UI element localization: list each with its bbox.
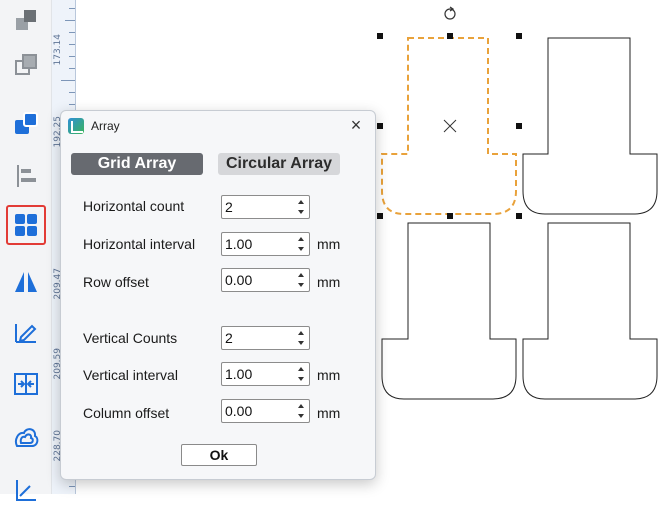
array-copy-shape[interactable]: [381, 222, 517, 400]
ok-button[interactable]: Ok: [181, 444, 257, 466]
align-left-icon: [17, 165, 36, 187]
vertical-counts-input[interactable]: [225, 330, 293, 346]
horizontal-interval-spinbox[interactable]: [221, 232, 310, 256]
close-button[interactable]: ×: [345, 115, 367, 137]
rotate-handle-icon[interactable]: [444, 6, 456, 20]
tool-combine-shapes[interactable]: [6, 104, 46, 144]
vertical-interval-spinbox[interactable]: [221, 362, 310, 386]
spin-down-icon[interactable]: [298, 341, 304, 345]
tab-circular-array[interactable]: Circular Array: [218, 153, 340, 175]
tab-grid-array[interactable]: Grid Array: [71, 153, 203, 175]
center-marker: [443, 119, 457, 133]
horizontal-count-spinbox[interactable]: [221, 195, 310, 219]
array-dialog: Array × Grid Array Circular Array Horizo…: [60, 110, 376, 480]
tool-measure[interactable]: [6, 470, 46, 510]
tool-offset-outline[interactable]: [6, 418, 46, 458]
spin-up-icon[interactable]: [298, 200, 304, 204]
horizontal-interval-input[interactable]: [225, 236, 293, 252]
column-offset-spinbox[interactable]: [221, 399, 310, 423]
tool-duplicate[interactable]: [6, 45, 46, 85]
duplicate-icon: [15, 54, 37, 75]
unit-label: mm: [317, 274, 341, 290]
edit-pen-icon: [15, 324, 37, 343]
tool-align-left[interactable]: [6, 156, 46, 196]
ruler-label: 173.14: [53, 34, 63, 66]
vertical-interval-input[interactable]: [225, 366, 293, 382]
column-offset-label: Column offset: [83, 405, 170, 421]
tool-fit-to-frame[interactable]: [6, 364, 46, 404]
row-offset-input[interactable]: [225, 272, 293, 288]
dialog-title: Array: [91, 119, 120, 133]
spin-up-icon[interactable]: [298, 367, 304, 371]
horizontal-count-label: Horizontal count: [83, 198, 185, 214]
unit-label: mm: [317, 236, 341, 252]
array-copy-shape[interactable]: [522, 222, 658, 400]
array-copy-shape[interactable]: [522, 37, 658, 215]
measure-icon: [16, 480, 36, 501]
offset-outline-icon: [14, 428, 39, 447]
tool-mirror-flip[interactable]: [6, 262, 46, 302]
vertical-counts-spinbox[interactable]: [221, 326, 310, 350]
column-offset-input[interactable]: [225, 403, 293, 419]
spin-arrows[interactable]: [296, 271, 307, 289]
spin-down-icon[interactable]: [298, 247, 304, 251]
fit-to-frame-icon: [14, 373, 38, 395]
vertical-counts-label: Vertical Counts: [83, 330, 178, 346]
spin-arrows[interactable]: [296, 329, 307, 347]
spin-up-icon[interactable]: [298, 273, 304, 277]
spin-arrows[interactable]: [296, 198, 307, 216]
tool-layers-stack[interactable]: [6, 0, 46, 40]
horizontal-count-input[interactable]: [225, 199, 293, 215]
array-grid-icon: [15, 214, 37, 236]
row-offset-spinbox[interactable]: [221, 268, 310, 292]
selected-shape[interactable]: [381, 37, 517, 215]
spin-down-icon[interactable]: [298, 377, 304, 381]
mirror-flip-icon: [15, 272, 37, 292]
tool-edit-pen[interactable]: [6, 312, 46, 352]
unit-label: mm: [317, 405, 341, 421]
tool-array-grid[interactable]: [6, 205, 46, 245]
spin-up-icon[interactable]: [298, 404, 304, 408]
spin-down-icon[interactable]: [298, 283, 304, 287]
left-toolbar: [0, 0, 52, 501]
combine-shapes-icon: [15, 112, 38, 134]
spin-arrows[interactable]: [296, 402, 307, 420]
spin-arrows[interactable]: [296, 235, 307, 253]
unit-label: mm: [317, 367, 341, 383]
dialog-titlebar[interactable]: Array ×: [61, 111, 375, 141]
row-offset-label: Row offset: [83, 274, 149, 290]
vertical-interval-label: Vertical interval: [83, 367, 178, 383]
spin-down-icon[interactable]: [298, 414, 304, 418]
spin-arrows[interactable]: [296, 365, 307, 383]
horizontal-interval-label: Horizontal interval: [83, 236, 196, 252]
app-logo-icon: [68, 118, 84, 134]
spin-up-icon[interactable]: [298, 331, 304, 335]
spin-down-icon[interactable]: [298, 210, 304, 214]
layers-stack-icon: [16, 10, 36, 30]
spin-up-icon[interactable]: [298, 237, 304, 241]
